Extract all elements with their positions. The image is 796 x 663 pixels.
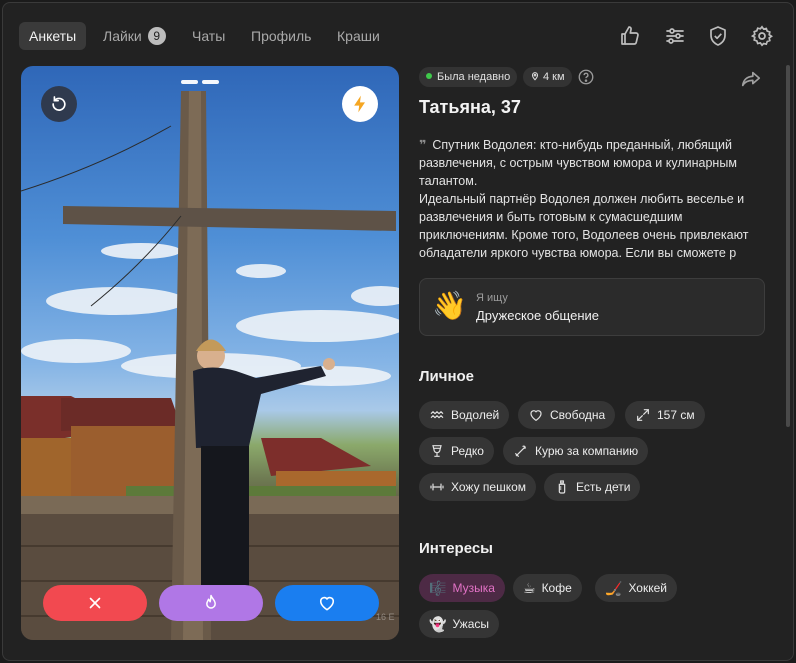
distance-text: 4 км bbox=[543, 71, 565, 83]
photo-progress bbox=[181, 80, 219, 84]
expand-icon bbox=[637, 409, 649, 421]
chip-label: Хожу пешком bbox=[451, 480, 527, 494]
chip-label: Ужасы bbox=[452, 617, 489, 631]
tab-profile[interactable]: Профиль bbox=[251, 22, 311, 50]
gear-icon[interactable] bbox=[750, 24, 774, 48]
tab-chats[interactable]: Чаты bbox=[192, 22, 225, 50]
tab-label: Лайки bbox=[103, 28, 142, 44]
chip-label: Музыка bbox=[452, 581, 495, 595]
baby-bottle-icon bbox=[558, 480, 566, 494]
aquarius-icon bbox=[430, 411, 444, 419]
scrollbar[interactable] bbox=[786, 65, 790, 427]
chip-label: Курю за компанию bbox=[535, 444, 639, 458]
tab-label: Чаты bbox=[192, 28, 226, 44]
wine-glass-icon bbox=[432, 445, 442, 457]
chip-label: Редко bbox=[451, 444, 484, 458]
like-button[interactable] bbox=[275, 585, 379, 621]
chip-zodiac: Водолей bbox=[419, 401, 510, 429]
cigarette-icon bbox=[515, 445, 526, 457]
top-nav: Анкеты Лайки 9 Чаты Профиль Краши bbox=[3, 3, 793, 65]
chip-interest-coffee: ☕ Кофе bbox=[513, 574, 582, 602]
interests-section-title: Интересы bbox=[419, 540, 493, 557]
bio-text: Спутник Водолея: кто-нибудь преданный, л… bbox=[419, 138, 749, 260]
chip-children: Есть дети bbox=[544, 473, 641, 501]
chip-label: Водолей bbox=[451, 408, 500, 422]
chip-label: Хоккей bbox=[628, 581, 667, 595]
online-status-badge: Была недавно bbox=[419, 67, 518, 87]
looking-for-value: Дружеское общение bbox=[476, 308, 599, 323]
photo-scene bbox=[21, 91, 399, 640]
chip-interest-hockey: 🏒 Хоккей bbox=[595, 574, 677, 602]
rewind-button[interactable] bbox=[41, 86, 77, 122]
likes-count-badge: 9 bbox=[147, 27, 166, 45]
quote-icon: ❞ bbox=[419, 138, 427, 152]
flame-icon bbox=[206, 594, 216, 609]
tab-label: Профиль bbox=[251, 28, 312, 44]
sliders-icon[interactable] bbox=[663, 24, 687, 48]
looking-for-label: Я ищу bbox=[476, 292, 508, 304]
chip-label: Кофе bbox=[541, 581, 572, 595]
thumbs-up-icon[interactable] bbox=[618, 24, 642, 48]
help-icon[interactable] bbox=[577, 68, 595, 86]
status-dot-icon bbox=[426, 73, 432, 79]
profile-name: Татьяна, 37 bbox=[419, 97, 521, 117]
chip-label: 157 см bbox=[657, 408, 695, 422]
lightning-icon bbox=[354, 95, 365, 113]
looking-for-card: 👋 Я ищу Дружеское общение bbox=[419, 278, 765, 336]
status-text: Была недавно bbox=[437, 71, 511, 83]
chip-relationship: Свободна bbox=[518, 401, 616, 429]
heart-icon bbox=[319, 596, 335, 611]
ghost-icon: 👻 bbox=[429, 616, 447, 632]
distance-badge: 4 км bbox=[523, 67, 572, 87]
close-icon bbox=[89, 597, 101, 609]
heart-outline-icon bbox=[530, 410, 542, 422]
superlike-button[interactable] bbox=[159, 585, 263, 621]
tab-crushes[interactable]: Краши bbox=[337, 22, 380, 50]
share-icon[interactable] bbox=[739, 68, 763, 90]
music-score-icon: 🎼 bbox=[429, 580, 447, 596]
dislike-button[interactable] bbox=[43, 585, 147, 621]
coffee-icon: ☕ bbox=[523, 580, 536, 596]
profile-photo[interactable]: 16 E bbox=[21, 66, 399, 640]
chip-smoking: Курю за компанию bbox=[503, 437, 649, 465]
chip-interest-music: 🎼 Музыка bbox=[419, 574, 505, 602]
location-pin-icon bbox=[531, 72, 539, 81]
profile-details: Была недавно 4 км Татьяна, 37 ❞ Спутник В… bbox=[417, 65, 767, 660]
chip-sport: Хожу пешком bbox=[419, 473, 537, 501]
tab-label: Краши bbox=[337, 28, 380, 44]
tab-likes[interactable]: Лайки 9 bbox=[103, 22, 166, 50]
shield-check-icon[interactable] bbox=[706, 24, 730, 48]
photo-watermark: 16 E bbox=[376, 612, 395, 622]
chip-interest-horror: 👻 Ужасы bbox=[419, 610, 499, 638]
dumbbell-icon bbox=[430, 483, 444, 491]
chip-height: 157 см bbox=[625, 401, 705, 429]
app-window: Анкеты Лайки 9 Чаты Профиль Краши 16 E Б… bbox=[2, 2, 794, 661]
personal-section-title: Личное bbox=[419, 368, 475, 385]
profile-bio: ❞ Спутник Водолея: кто-нибудь преданный, … bbox=[419, 136, 765, 262]
boost-button[interactable] bbox=[342, 86, 378, 122]
tab-ankety[interactable]: Анкеты bbox=[19, 22, 87, 50]
chip-label: Есть дети bbox=[576, 480, 631, 494]
chip-label: Свободна bbox=[550, 408, 606, 422]
rewind-icon bbox=[52, 96, 66, 111]
waving-hand-icon: 👋 bbox=[432, 290, 467, 321]
tab-label: Анкеты bbox=[29, 28, 77, 44]
chip-drinking: Редко bbox=[419, 437, 494, 465]
hockey-stick-icon: 🏒 bbox=[605, 580, 623, 596]
